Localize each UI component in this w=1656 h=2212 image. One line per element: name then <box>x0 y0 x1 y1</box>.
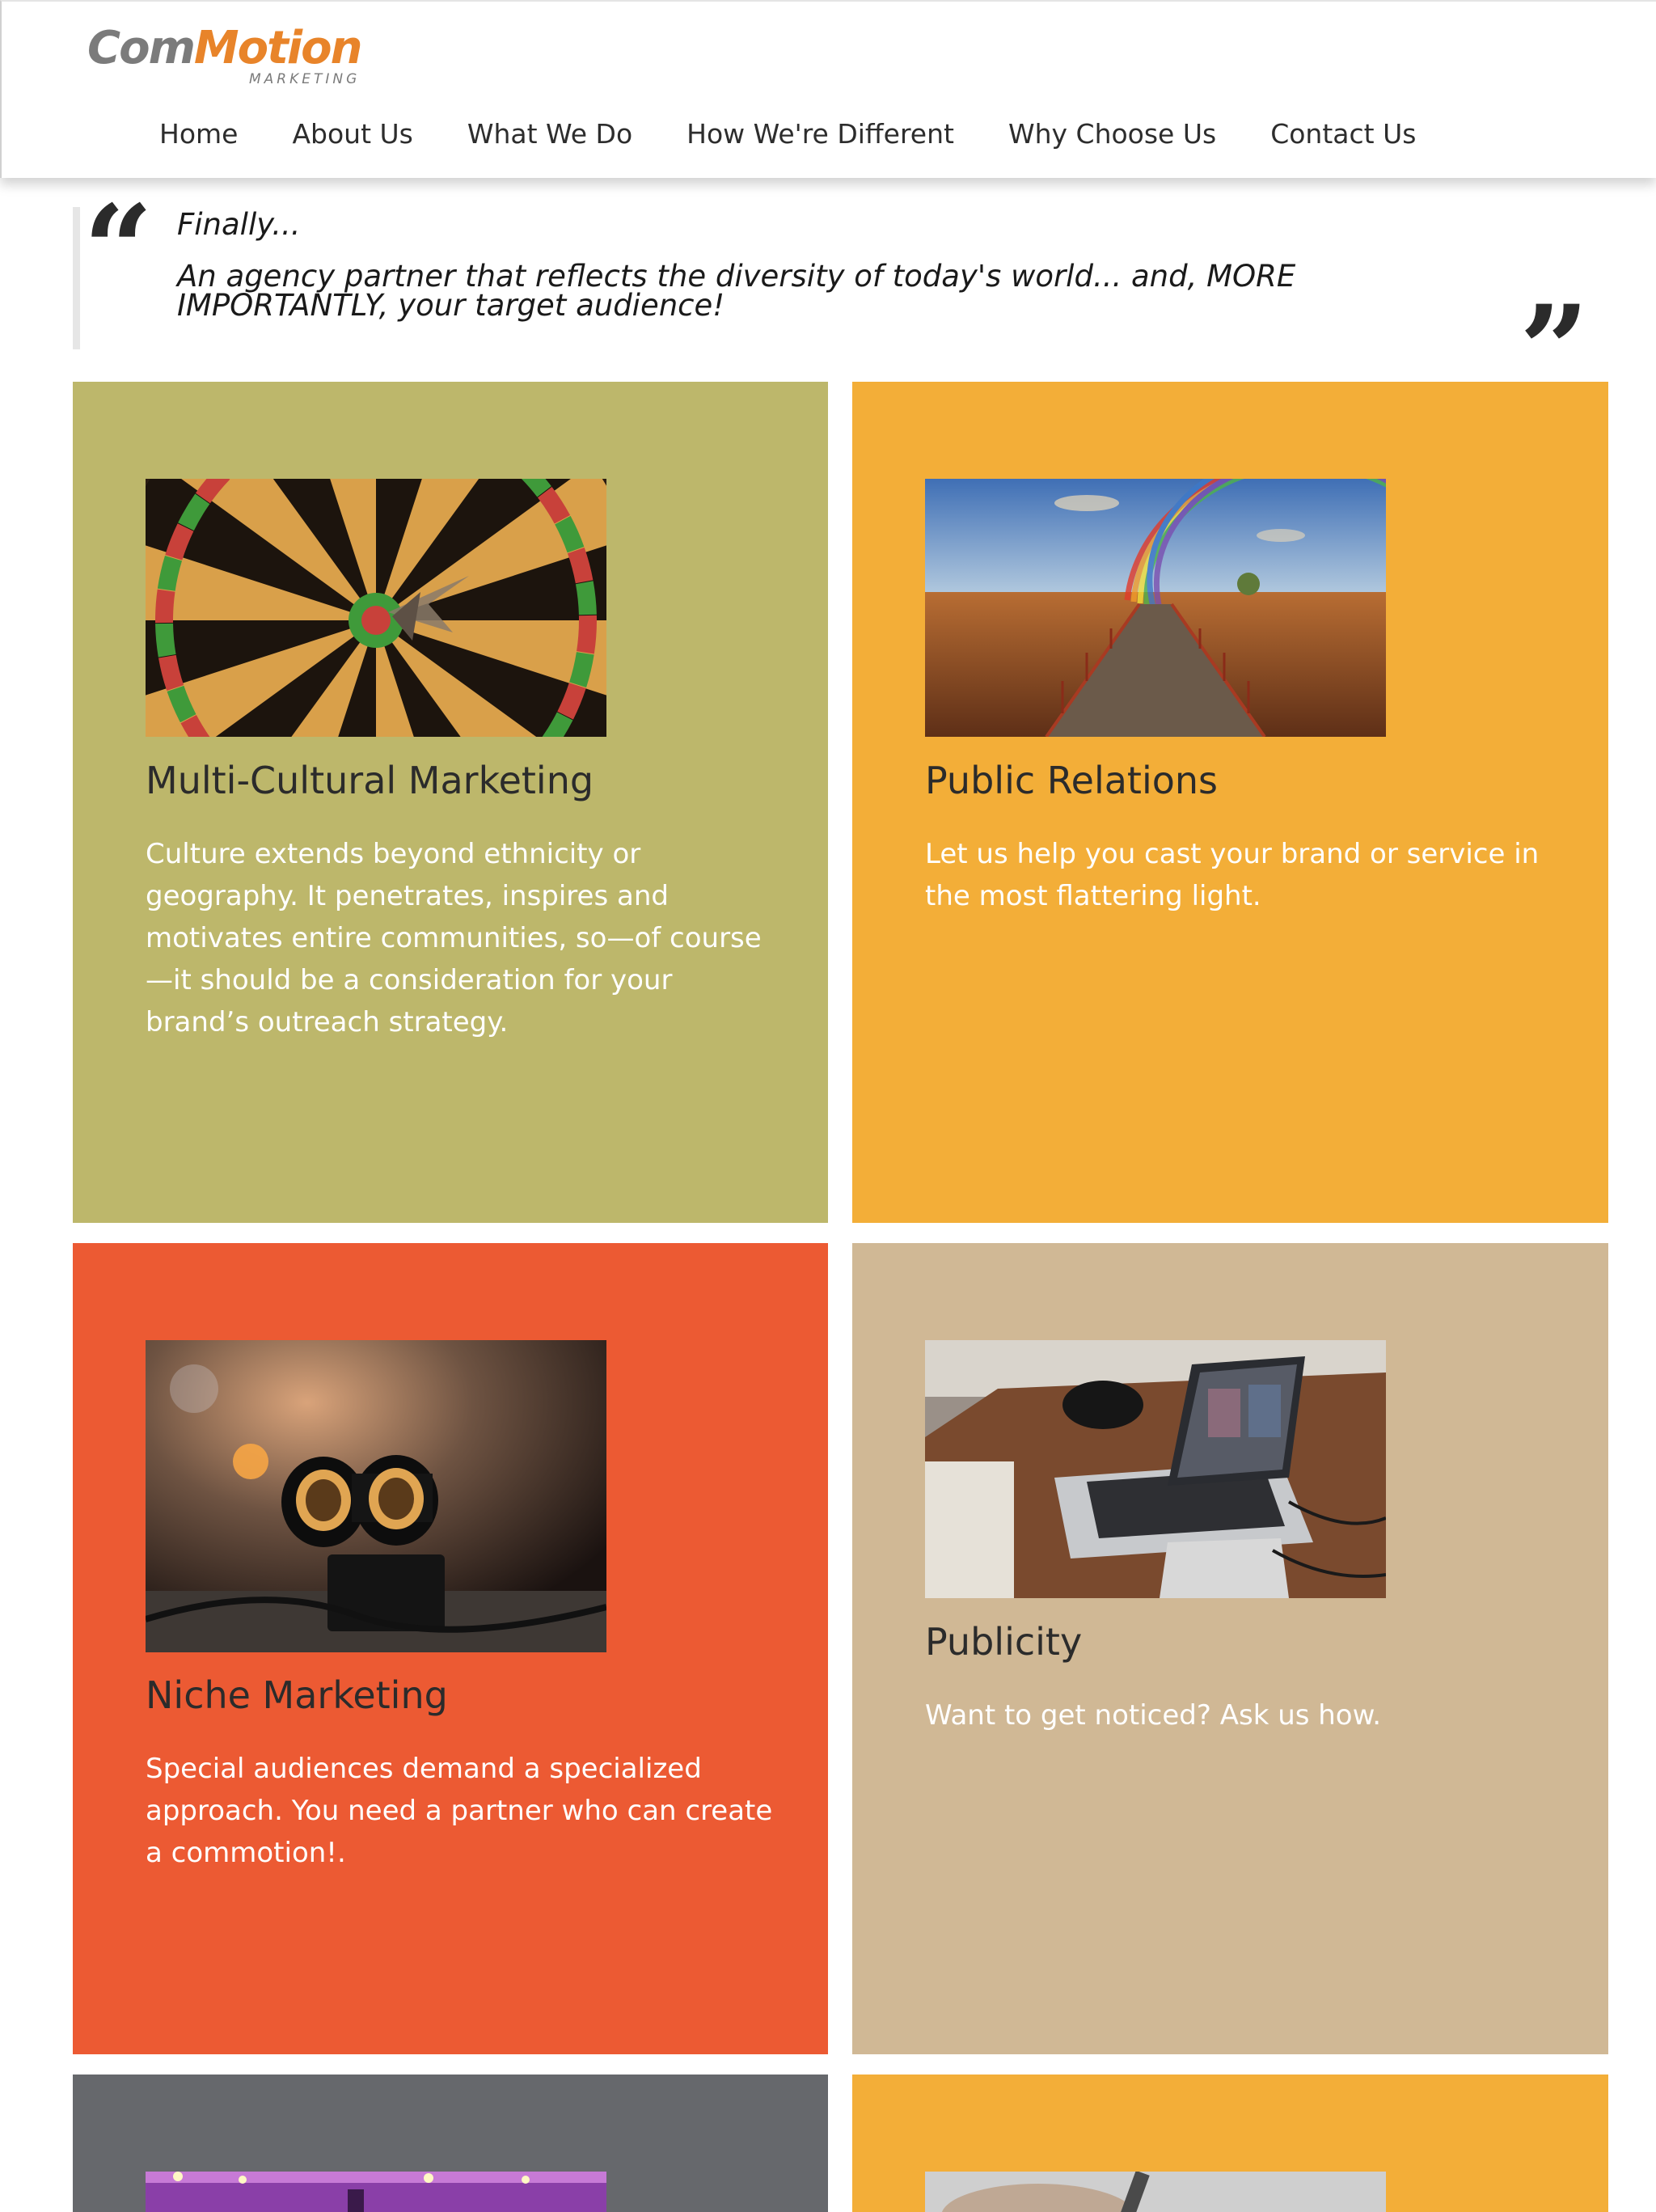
card-text: Special audiences demand a specialized a… <box>146 1753 773 1869</box>
card-title: Public Relations <box>925 759 1219 802</box>
commotion-logo[interactable]: ComMotion MARKETING <box>87 22 378 88</box>
card-text: Culture extends beyond ethnicity or geog… <box>146 838 762 1038</box>
logo-tagline: MARKETING <box>249 71 361 87</box>
tagline-quote: “ Finally... An agency partner that refl… <box>73 189 1609 411</box>
service-card-niche-marketing: Niche Marketing Special audiences demand… <box>73 1243 828 2054</box>
service-card-6 <box>852 2075 1608 2212</box>
nav-home[interactable]: Home <box>159 118 238 150</box>
nav-what-we-do[interactable]: What We Do <box>467 118 632 150</box>
nav-contact-us[interactable]: Contact Us <box>1270 118 1416 150</box>
binoculars-image <box>146 1340 606 1652</box>
nav-how-were-different[interactable]: How We're Different <box>686 118 954 150</box>
dartboard-image <box>146 479 606 737</box>
rainbow-boardwalk-image <box>925 479 1386 737</box>
concert-image <box>146 2172 606 2212</box>
hand-pen-image <box>925 2172 1386 2212</box>
service-card-publicity: Publicity Want to get noticed? Ask us ho… <box>852 1243 1608 2054</box>
card-title: Niche Marketing <box>146 1673 448 1717</box>
quote-body: An agency partner that reflects the dive… <box>177 259 1296 323</box>
logo-wordmark: ComMotion <box>87 22 362 74</box>
service-card-5 <box>73 2075 828 2212</box>
laptop-desk-image <box>925 1340 1386 1598</box>
nav-why-choose-us[interactable]: Why Choose Us <box>1008 118 1216 150</box>
card-title: Multi-Cultural Marketing <box>146 759 594 802</box>
card-title: Publicity <box>925 1620 1083 1664</box>
quote-lead: Finally... <box>177 207 301 242</box>
service-card-multicultural: Multi-Cultural Marketing Culture extends… <box>73 382 828 1223</box>
card-text: Want to get noticed? Ask us how. <box>925 1699 1382 1732</box>
service-card-public-relations: Public Relations Let us help you cast yo… <box>852 382 1608 1223</box>
main-nav: Home About Us What We Do How We're Diffe… <box>159 118 1416 150</box>
nav-about-us[interactable]: About Us <box>292 118 412 150</box>
site-header: ComMotion MARKETING Home About Us What W… <box>0 0 1656 178</box>
open-quote-icon: “ <box>83 179 154 321</box>
card-text: Let us help you cast your brand or servi… <box>925 838 1540 912</box>
